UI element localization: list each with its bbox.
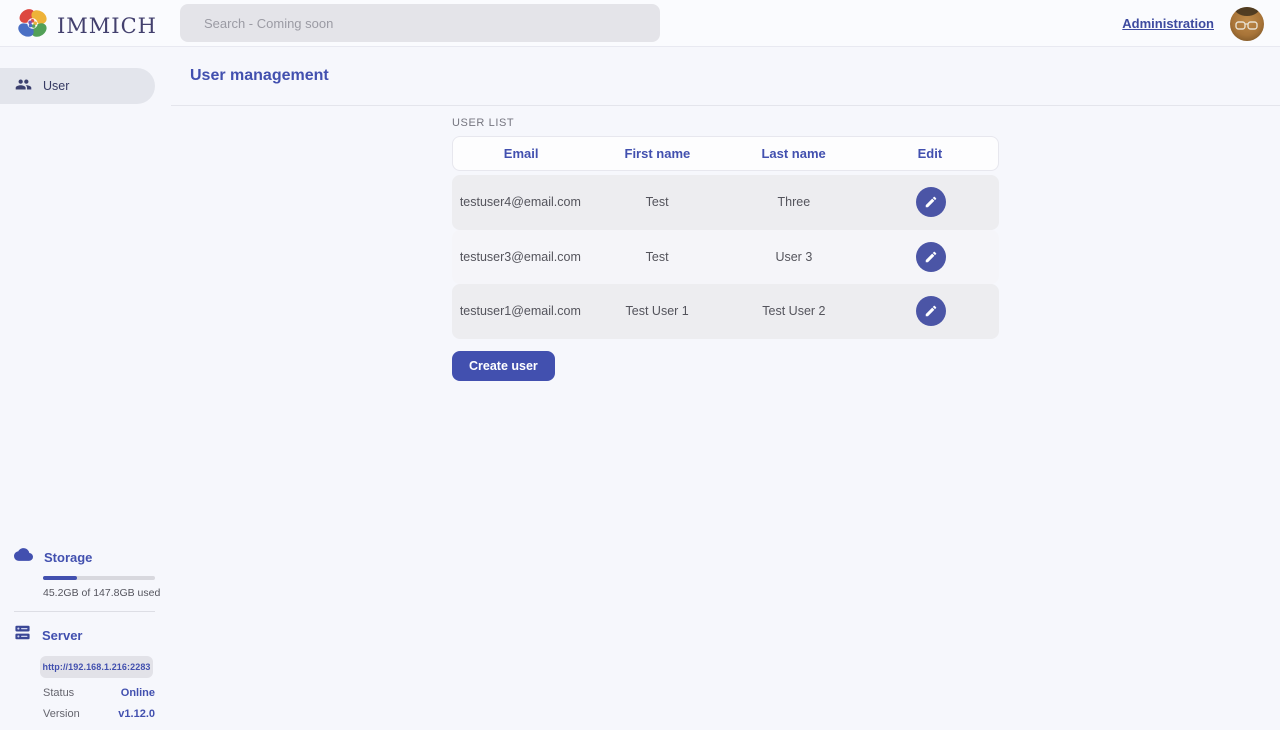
- top-bar: IMMICH Search - Coming soon Administrati…: [0, 0, 1280, 47]
- cell-first-name: Test User 1: [589, 304, 726, 318]
- status-label: Status: [43, 687, 74, 699]
- server-icon: [14, 624, 31, 646]
- search-input[interactable]: Search - Coming soon: [180, 4, 660, 42]
- version-label: Version: [43, 708, 80, 720]
- pencil-icon: [924, 195, 938, 209]
- status-value: Online: [121, 687, 155, 699]
- sidebar-item-users[interactable]: User: [0, 68, 155, 104]
- app-logo[interactable]: IMMICH: [16, 7, 157, 45]
- table-row: testuser4@email.com Test Three: [452, 175, 999, 230]
- cell-email: testuser3@email.com: [452, 250, 589, 264]
- storage-section-header: Storage: [0, 545, 171, 569]
- cell-email: testuser1@email.com: [452, 304, 589, 318]
- search-placeholder: Search - Coming soon: [204, 16, 333, 31]
- users-icon: [15, 76, 32, 96]
- cell-first-name: Test: [589, 250, 726, 264]
- server-version-row: Version v1.12.0: [43, 708, 155, 720]
- storage-progress-fill: [43, 576, 77, 580]
- pencil-icon: [924, 250, 938, 264]
- cell-last-name: Test User 2: [726, 304, 863, 318]
- table-row: testuser3@email.com Test User 3: [452, 230, 999, 285]
- cloud-icon: [14, 545, 33, 569]
- administration-link[interactable]: Administration: [1122, 16, 1214, 31]
- cell-last-name: User 3: [726, 250, 863, 264]
- app-title: IMMICH: [57, 14, 157, 38]
- storage-usage-text: 45.2GB of 147.8GB used: [43, 587, 171, 599]
- edit-user-button[interactable]: [916, 242, 946, 272]
- column-header-email: Email: [453, 146, 589, 161]
- cell-first-name: Test: [589, 195, 726, 209]
- user-avatar[interactable]: [1230, 7, 1264, 41]
- sidebar-divider: [14, 611, 155, 612]
- section-label: USER LIST: [452, 117, 999, 129]
- server-title: Server: [42, 628, 82, 643]
- user-list-section: USER LIST Email First name Last name Edi…: [452, 117, 999, 381]
- version-value: v1.12.0: [118, 708, 155, 720]
- column-header-first-name: First name: [589, 146, 725, 161]
- cell-email: testuser4@email.com: [452, 195, 589, 209]
- column-header-last-name: Last name: [726, 146, 862, 161]
- top-bar-right: Administration: [1122, 0, 1264, 47]
- sidebar-bottom: Storage 45.2GB of 147.8GB used: [0, 545, 171, 720]
- main-panel: User management USER LIST Email First na…: [171, 47, 1280, 730]
- pencil-icon: [924, 304, 938, 318]
- edit-user-button[interactable]: [916, 187, 946, 217]
- sidebar-item-label: User: [43, 79, 69, 93]
- page-header: User management: [171, 47, 1280, 106]
- column-header-edit: Edit: [862, 146, 998, 161]
- create-user-button[interactable]: Create user: [452, 351, 555, 381]
- cell-last-name: Three: [726, 195, 863, 209]
- table-row: testuser1@email.com Test User 1 Test Use…: [452, 284, 999, 339]
- server-url-badge: http://192.168.1.216:2283: [40, 656, 153, 678]
- server-status-row: Status Online: [43, 687, 155, 699]
- sidebar: User Storage 45.2GB of 147.8GB used: [0, 47, 171, 730]
- edit-user-button[interactable]: [916, 296, 946, 326]
- storage-progress-bar: [43, 576, 155, 580]
- avatar-glasses-detail: [1235, 21, 1259, 31]
- page-title: User management: [190, 67, 329, 85]
- server-url-text: http://192.168.1.216:2283: [42, 662, 150, 672]
- user-table-body: testuser4@email.com Test Three testuser3…: [452, 175, 999, 339]
- table-header-row: Email First name Last name Edit: [452, 136, 999, 171]
- storage-title: Storage: [44, 550, 92, 565]
- immich-flower-icon: [16, 7, 49, 45]
- server-section-header: Server: [0, 624, 171, 646]
